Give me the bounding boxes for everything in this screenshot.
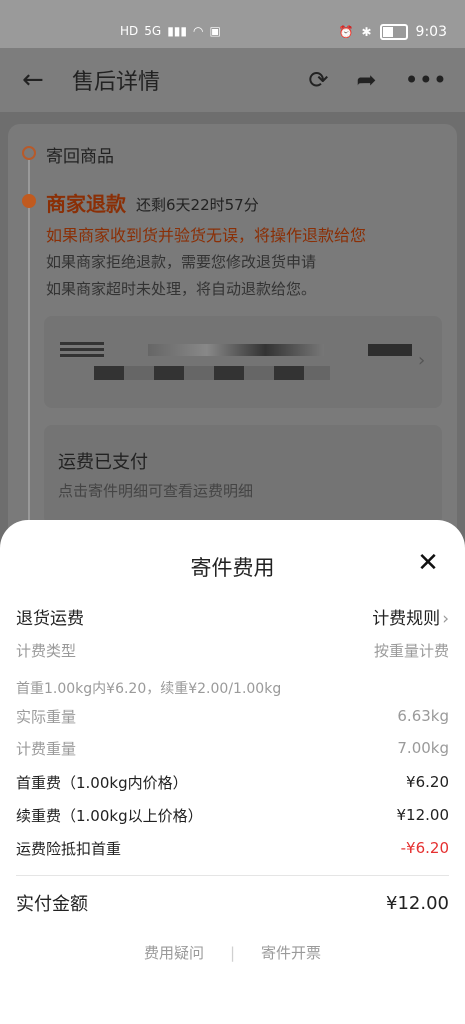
refund-info-line: 如果商家超时未处理，将自动退款给您。 xyxy=(46,280,317,298)
total-value: ¥12.00 xyxy=(386,892,449,914)
shipping-fee-sheet: 寄件费用 ✕ 退货运费 计费规则 › 计费类型 按重量计费 首重1.00kg内¥6… xyxy=(0,520,465,1024)
sheet-footer: 费用疑问 | 寄件开票 xyxy=(0,942,465,963)
redacted-text xyxy=(148,344,324,356)
status-bar: HD 5G ▮▮▮ ◠ ▣ ⏰ ✱ 9:03 xyxy=(0,0,465,48)
refresh-icon[interactable]: ⟳ xyxy=(308,66,328,94)
insurance-deduction-value: -¥6.20 xyxy=(400,839,449,857)
extra-weight-fee-row: 续重费（1.00kg以上价格） ¥12.00 xyxy=(16,803,449,827)
network-label: 5G xyxy=(144,24,162,38)
price-description: 首重1.00kg内¥6.20，续重¥2.00/1.00kg xyxy=(16,681,282,697)
insurance-deduction-row: 运费险抵扣首重 -¥6.20 xyxy=(16,836,449,860)
first-weight-fee-row: 首重费（1.00kg内价格） ¥6.20 xyxy=(16,770,449,794)
chevron-right-icon: › xyxy=(442,608,449,629)
billing-rules-link[interactable]: 计费规则 › xyxy=(372,604,449,629)
shipping-invoice-link[interactable]: 寄件开票 xyxy=(261,942,321,963)
billing-type-row: 计费类型 按重量计费 xyxy=(16,638,449,662)
extra-weight-fee-label: 续重费（1.00kg以上价格） xyxy=(16,806,203,825)
freight-paid-desc: 点击寄件明细可查看运费明细 xyxy=(58,482,254,500)
billing-type-value: 按重量计费 xyxy=(373,641,449,660)
battery-icon xyxy=(379,24,408,40)
refund-info-line: 如果商家拒绝退款，需要您修改退货申请 xyxy=(46,253,317,271)
status-left: HD 5G ▮▮▮ ◠ ▣ xyxy=(120,24,221,38)
extra-weight-fee-value: ¥12.00 xyxy=(396,806,450,824)
actual-weight-row: 实际重量 6.63kg xyxy=(16,704,449,728)
step-return-goods: 寄回商品 xyxy=(46,147,114,167)
redacted-text xyxy=(94,366,330,380)
billed-weight-row: 计费重量 7.00kg xyxy=(16,736,449,760)
actual-weight-value: 6.63kg xyxy=(397,707,449,725)
back-icon[interactable]: ← xyxy=(22,66,50,94)
redacted-text xyxy=(368,344,412,356)
app-notify-icon: ▣ xyxy=(209,24,221,38)
alarm-icon: ⏰ xyxy=(338,25,354,39)
close-icon[interactable]: ✕ xyxy=(413,548,443,578)
bluetooth-icon: ✱ xyxy=(361,25,372,39)
timeline-line xyxy=(28,160,30,560)
hd-icon: HD xyxy=(120,24,139,38)
step-merchant-refund: 商家退款 xyxy=(46,192,126,216)
divider xyxy=(16,875,449,876)
share-icon[interactable]: ➦ xyxy=(356,66,376,94)
wifi-icon: ◠ xyxy=(193,24,204,38)
logistics-card[interactable] xyxy=(44,316,442,408)
billed-weight-label: 计费重量 xyxy=(16,739,77,758)
first-weight-fee-value: ¥6.20 xyxy=(406,773,449,791)
first-weight-fee-label: 首重费（1.00kg内价格） xyxy=(16,773,188,792)
nav-actions: ⟳ ➦ ••• xyxy=(308,66,447,94)
billed-weight-value: 7.00kg xyxy=(397,739,449,757)
more-icon[interactable]: ••• xyxy=(405,66,447,94)
signal-icon: ▮▮▮ xyxy=(167,24,188,38)
insurance-deduction-label: 运费险抵扣首重 xyxy=(16,839,122,858)
timeline-dot xyxy=(22,146,36,160)
redacted-text xyxy=(60,342,104,358)
billing-type-label: 计费类型 xyxy=(16,641,77,660)
refund-note: 如果商家收到货并验货无误，将操作退款给您 xyxy=(46,226,367,245)
page-title: 售后详情 xyxy=(72,70,161,95)
remaining-time: 还剩6天22时57分 xyxy=(136,196,259,214)
status-right: ⏰ ✱ 9:03 xyxy=(339,24,447,40)
timeline-dot-active xyxy=(22,194,36,208)
return-freight-row: 退货运费 计费规则 › xyxy=(16,604,449,629)
freight-paid-card[interactable] xyxy=(44,425,442,525)
chevron-right-icon: › xyxy=(418,350,426,371)
nav-bar: ← 售后详情 ⟳ ➦ ••• xyxy=(0,48,465,112)
total-label: 实付金额 xyxy=(16,894,88,915)
clock: 9:03 xyxy=(415,24,447,40)
total-row: 实付金额 ¥12.00 xyxy=(16,888,449,918)
sheet-title: 寄件费用 xyxy=(190,556,275,580)
actual-weight-label: 实际重量 xyxy=(16,707,77,726)
freight-paid-title: 运费已支付 xyxy=(58,452,148,473)
fee-question-link[interactable]: 费用疑问 xyxy=(144,942,204,963)
footer-separator: | xyxy=(229,943,236,962)
return-freight-label: 退货运费 xyxy=(16,608,84,629)
billing-rules-label: 计费规则 xyxy=(372,608,441,629)
